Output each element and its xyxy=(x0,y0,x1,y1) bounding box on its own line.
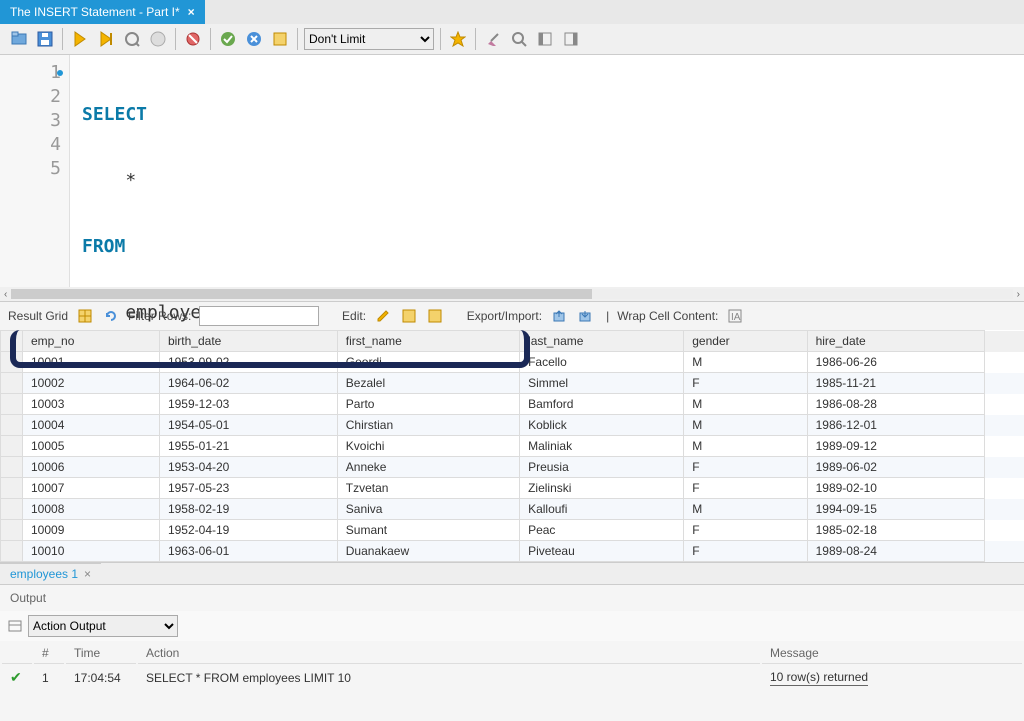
chevron-right-icon[interactable]: › xyxy=(1017,289,1020,300)
table-row[interactable]: 100031959-12-03PartoBamfordM1986-08-28 xyxy=(1,394,1024,415)
search-icon[interactable] xyxy=(508,28,530,50)
explain-icon[interactable] xyxy=(121,28,143,50)
action-output-table: # Time Action Message ✔ 1 17:04:54 SELEC… xyxy=(0,641,1024,691)
col-birth-date[interactable]: birth_date xyxy=(159,331,337,352)
scroll-thumb[interactable] xyxy=(11,289,592,299)
grid-header-row: emp_no birth_date first_name last_name g… xyxy=(1,331,1024,352)
table-row[interactable]: 100071957-05-23TzvetanZielinskiF1989-02-… xyxy=(1,478,1024,499)
output-view-icon[interactable] xyxy=(8,619,22,633)
commit-icon[interactable] xyxy=(217,28,239,50)
stop-icon[interactable] xyxy=(147,28,169,50)
export-import-label: Export/Import: xyxy=(467,309,542,323)
refresh-icon[interactable] xyxy=(102,307,120,325)
filter-rows-label: Filter Rows: xyxy=(128,309,191,323)
action-row[interactable]: ✔ 1 17:04:54 SELECT * FROM employees LIM… xyxy=(2,666,1022,689)
scroll-track[interactable] xyxy=(11,289,1012,299)
table-row[interactable]: 100051955-01-21KvoichiMaliniakM1989-09-1… xyxy=(1,436,1024,457)
panel-right-icon[interactable] xyxy=(560,28,582,50)
col-first-name[interactable]: first_name xyxy=(337,331,519,352)
sql-toolbar: Don't Limit xyxy=(0,24,1024,55)
breakpoint-dot-icon xyxy=(57,70,63,76)
filter-rows-input[interactable] xyxy=(199,306,319,326)
table-row[interactable]: 100021964-06-02BezalelSimmelF1985-11-21 xyxy=(1,373,1024,394)
col-gender[interactable]: gender xyxy=(684,331,807,352)
table-row[interactable]: 100061953-04-20AnnekePreusiaF1989-06-02 xyxy=(1,457,1024,478)
output-type-dropdown[interactable]: Action Output xyxy=(28,615,178,637)
result-tab-bar: employees 1 × xyxy=(0,562,1024,584)
close-icon[interactable]: × xyxy=(84,567,91,581)
editor-hscroll[interactable]: ‹ › xyxy=(0,287,1024,301)
output-message: 10 row(s) returned xyxy=(770,670,868,686)
chevron-left-icon[interactable]: ‹ xyxy=(4,289,7,300)
edit-grid-icon[interactable] xyxy=(400,307,418,325)
wrap-cell-label: Wrap Cell Content: xyxy=(617,309,718,323)
autocommit-icon[interactable] xyxy=(269,28,291,50)
grid-icon[interactable] xyxy=(76,307,94,325)
beautify-icon[interactable] xyxy=(447,28,469,50)
table-row[interactable]: 100041954-05-01ChirstianKoblickM1986-12-… xyxy=(1,415,1024,436)
tab-title: The INSERT Statement - Part I* xyxy=(10,5,180,19)
code-area[interactable]: SELECT * FROM employees LIMIT 10; xyxy=(70,55,1024,287)
limit-dropdown[interactable]: Don't Limit xyxy=(304,28,434,50)
editor-tab[interactable]: The INSERT Statement - Part I* × xyxy=(0,0,205,24)
wrap-cell-icon[interactable]: IA xyxy=(726,307,744,325)
status-ok-icon: ✔ xyxy=(10,669,22,685)
execute-icon[interactable] xyxy=(69,28,91,50)
export-icon[interactable] xyxy=(550,307,568,325)
sql-editor[interactable]: 1 2 3 4 5 SELECT * FROM employees LIMIT … xyxy=(0,55,1024,287)
panel-toggle-icon[interactable] xyxy=(534,28,556,50)
no-limit-icon[interactable] xyxy=(182,28,204,50)
table-row[interactable]: 100081958-02-19SanivaKalloufiM1994-09-15 xyxy=(1,499,1024,520)
brush-icon[interactable] xyxy=(482,28,504,50)
rollback-icon[interactable] xyxy=(243,28,265,50)
table-row[interactable]: 100011953-09-02GeordiFacelloM1986-06-26 xyxy=(1,352,1024,373)
result-tab[interactable]: employees 1 × xyxy=(0,563,101,584)
col-hire-date[interactable]: hire_date xyxy=(807,331,985,352)
edit-label: Edit: xyxy=(342,309,366,323)
result-grid-wrap: emp_no birth_date first_name last_name g… xyxy=(0,330,1024,562)
result-grid-label: Result Grid xyxy=(8,309,68,323)
table-row[interactable]: 100101963-06-01DuanakaewPiveteauF1989-08… xyxy=(1,541,1024,562)
output-bar: Action Output xyxy=(0,611,1024,641)
col-last-name[interactable]: last_name xyxy=(520,331,684,352)
output-header: Output xyxy=(0,584,1024,611)
import-icon[interactable] xyxy=(576,307,594,325)
editor-tab-bar: The INSERT Statement - Part I* × xyxy=(0,0,1024,24)
table-row[interactable]: 100091952-04-19SumantPeacF1985-02-18 xyxy=(1,520,1024,541)
execute-current-icon[interactable] xyxy=(95,28,117,50)
edit-grid2-icon[interactable] xyxy=(426,307,444,325)
open-file-icon[interactable] xyxy=(8,28,30,50)
svg-text:IA: IA xyxy=(731,312,741,323)
result-grid[interactable]: emp_no birth_date first_name last_name g… xyxy=(0,330,1024,562)
save-icon[interactable] xyxy=(34,28,56,50)
line-gutter: 1 2 3 4 5 xyxy=(0,55,70,287)
edit-pencil-icon[interactable] xyxy=(374,307,392,325)
col-emp-no[interactable]: emp_no xyxy=(23,331,160,352)
close-icon[interactable]: × xyxy=(188,5,195,19)
row-header-corner xyxy=(1,331,23,352)
